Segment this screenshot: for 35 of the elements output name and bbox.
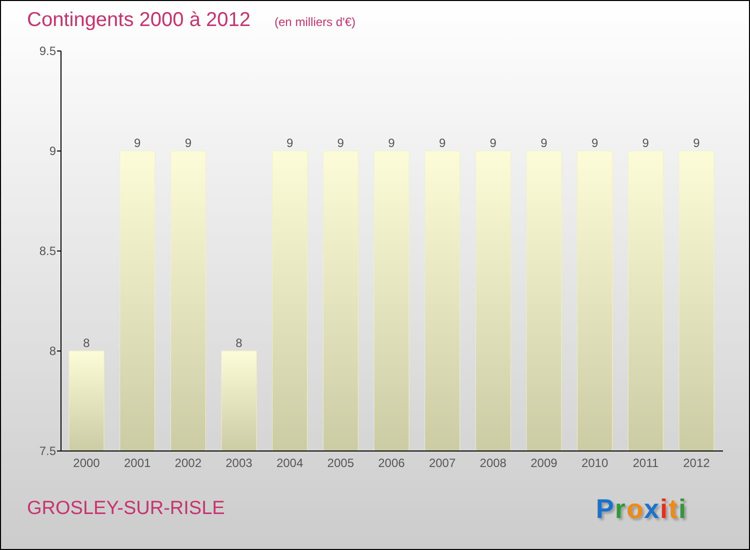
- data-label: 9: [388, 136, 395, 150]
- data-label: 9: [438, 136, 446, 150]
- y-tick-label: 9: [49, 144, 56, 158]
- y-tick-label: 8.5: [39, 244, 56, 258]
- x-tick-label: 2009: [530, 456, 558, 470]
- y-tick-label: 7.5: [39, 444, 56, 458]
- x-tick-label: 2003: [226, 456, 252, 470]
- x-tick-label: 2011: [632, 456, 659, 470]
- x-tick-label: 2002: [174, 456, 202, 470]
- y-tick-label: 9.5: [39, 44, 56, 58]
- proxiti-logo: Proxiti: [596, 493, 687, 526]
- data-label: 9: [337, 136, 344, 150]
- data-label: 9: [642, 136, 649, 150]
- x-tick-label: 2004: [276, 456, 304, 470]
- data-label: 9: [591, 136, 598, 150]
- x-tick-label: 2001: [124, 456, 151, 470]
- data-label: 8: [83, 336, 90, 350]
- x-tick-label: 2007: [428, 456, 456, 470]
- data-label: 9: [490, 136, 496, 150]
- x-tick-label: 2010: [581, 456, 608, 470]
- x-tick-label: 2008: [480, 456, 506, 470]
- y-tick-label: 8: [49, 344, 56, 358]
- data-label: 9: [540, 136, 548, 150]
- data-label: 9: [286, 136, 294, 150]
- place-name: GROSLEY-SUR-RISLE: [27, 497, 225, 521]
- data-label: 9: [693, 136, 700, 150]
- data-label: 9: [184, 136, 192, 150]
- x-tick-label: 2005: [327, 456, 354, 470]
- x-tick-label: 2006: [378, 456, 405, 470]
- x-tick-label: 2012: [683, 456, 710, 470]
- data-label: 8: [236, 336, 242, 350]
- chart-unit: (en milliers d'€): [274, 14, 356, 31]
- data-label: 9: [134, 136, 141, 150]
- x-tick-label: 2000: [73, 456, 100, 470]
- chart-title: Contingents 2000 à 2012: [27, 8, 251, 33]
